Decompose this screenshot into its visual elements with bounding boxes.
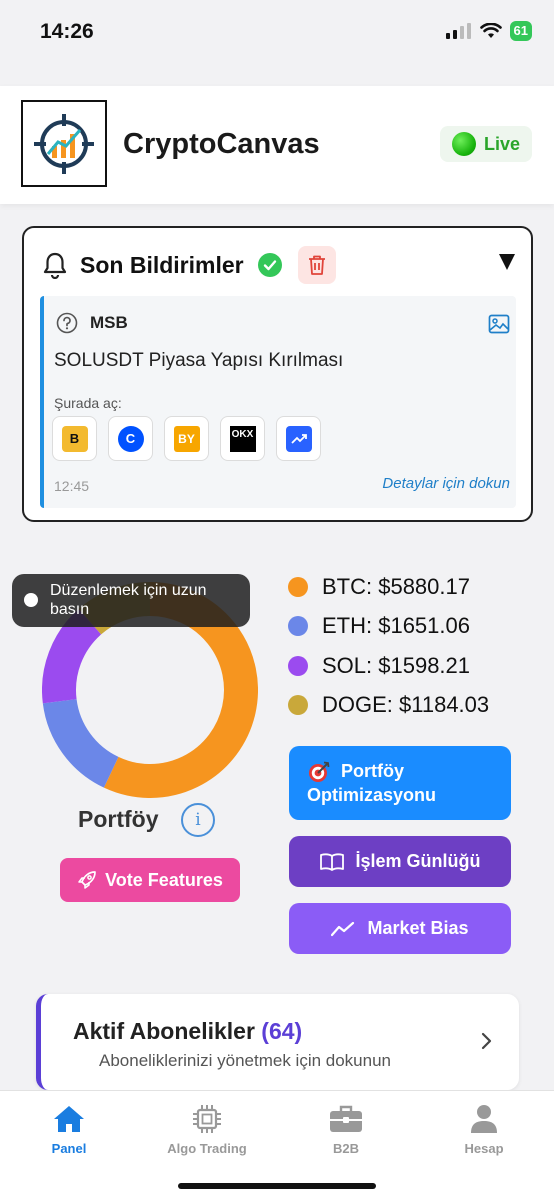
app-title: CryptoCanvas bbox=[123, 128, 320, 160]
portfolio-optimization-button[interactable]: Portföy Optimizasyonu bbox=[289, 746, 511, 820]
status-time: 14:26 bbox=[40, 20, 94, 43]
subscriptions-title: Aktif Abonelikler (64) bbox=[73, 1018, 302, 1045]
app-header: CryptoCanvas Live bbox=[0, 86, 554, 204]
notification-source: MSB bbox=[56, 312, 128, 334]
market-bias-label: Market Bias bbox=[367, 918, 469, 938]
image-icon[interactable] bbox=[488, 314, 510, 334]
tab-hesap[interactable]: Hesap bbox=[429, 1103, 539, 1156]
tab-label: Hesap bbox=[464, 1141, 504, 1156]
home-icon bbox=[54, 1106, 84, 1132]
portfolio-label: Portföy bbox=[78, 806, 159, 832]
binance-button[interactable]: B bbox=[52, 416, 97, 461]
coinbase-icon: C bbox=[117, 425, 144, 452]
exchange-buttons: B C BY OKX bbox=[52, 416, 321, 461]
live-label: Live bbox=[483, 133, 520, 154]
vote-features-button[interactable]: Vote Features bbox=[60, 858, 240, 902]
tab-label: Panel bbox=[51, 1141, 87, 1156]
eth-dot-icon bbox=[288, 616, 308, 637]
live-dot-icon bbox=[451, 132, 476, 156]
portfolio-legend: BTC: $5880.17 ETH: $1651.06 SOL: $1598.2… bbox=[288, 567, 489, 725]
subscriptions-title-text: Aktif Abonelikler bbox=[73, 1018, 255, 1044]
legend-label: DOGE: $1184.03 bbox=[322, 692, 490, 718]
battery-icon: 61 bbox=[509, 21, 532, 41]
tooltip-text: Düzenlemek için uzun basın bbox=[50, 582, 207, 618]
tab-label: Algo Trading bbox=[167, 1141, 247, 1156]
legend-item-btc: BTC: $5880.17 bbox=[288, 567, 489, 607]
notifications-header: Son Bildirimler bbox=[42, 246, 336, 284]
legend-label: ETH: $1651.06 bbox=[322, 613, 470, 639]
app-logo bbox=[21, 100, 107, 187]
trash-icon bbox=[308, 255, 325, 275]
market-bias-button[interactable]: Market Bias bbox=[289, 903, 511, 954]
chip-icon bbox=[193, 1105, 221, 1133]
notification-time: 12:45 bbox=[54, 478, 90, 494]
details-link[interactable]: Detaylar için dokun bbox=[382, 475, 510, 492]
question-icon bbox=[56, 312, 78, 334]
wifi-icon bbox=[479, 23, 502, 38]
legend-label: SOL: $1598.21 bbox=[322, 652, 471, 678]
bybit-icon: BY bbox=[173, 425, 200, 452]
legend-item-eth: ETH: $1651.06 bbox=[288, 607, 489, 647]
live-status-badge: Live bbox=[439, 126, 532, 162]
okx-button[interactable]: OKX bbox=[220, 416, 265, 461]
coinbase-button[interactable]: C bbox=[108, 416, 153, 461]
collapse-toggle-icon[interactable] bbox=[499, 254, 515, 270]
legend-item-sol: SOL: $1598.21 bbox=[288, 646, 489, 686]
vote-features-label: Vote Features bbox=[105, 869, 223, 890]
logo-icon bbox=[34, 113, 94, 174]
active-subscriptions-card[interactable]: Aktif Abonelikler (64) Aboneliklerinizi … bbox=[36, 994, 519, 1090]
open-in-label: Şurada aç: bbox=[54, 395, 122, 411]
home-indicator bbox=[178, 1183, 376, 1189]
doge-dot-icon bbox=[288, 695, 308, 716]
tab-b2b[interactable]: B2B bbox=[291, 1103, 401, 1156]
chevron-right-icon bbox=[481, 1032, 492, 1050]
mark-all-read-button[interactable] bbox=[257, 253, 282, 277]
signal-icon bbox=[445, 23, 471, 39]
optimization-line-2: Optimizasyonu bbox=[307, 785, 437, 805]
chart-trend-icon bbox=[285, 425, 312, 452]
subscriptions-count: (64) bbox=[261, 1018, 303, 1044]
tradingview-button[interactable] bbox=[276, 416, 321, 461]
subscriptions-subtitle: Aboneliklerinizi yönetmek için dokunun bbox=[99, 1051, 391, 1070]
briefcase-icon bbox=[330, 1105, 362, 1132]
long-press-tooltip: Düzenlemek için uzun basın bbox=[12, 574, 250, 627]
status-bar: 14:26 61 bbox=[0, 0, 554, 70]
okx-icon: OKX bbox=[229, 425, 256, 452]
notification-item[interactable]: MSB SOLUSDT Piyasa Yapısı Kırılması Şura… bbox=[40, 296, 516, 508]
notifications-title: Son Bildirimler bbox=[80, 251, 244, 278]
donut-slice-sol[interactable] bbox=[42, 608, 102, 704]
donut-slice-eth[interactable] bbox=[42, 698, 119, 788]
sol-dot-icon bbox=[288, 655, 308, 676]
legend-item-doge: DOGE: $1184.03 bbox=[288, 686, 489, 726]
trade-journal-label: İşlem Günlüğü bbox=[355, 851, 481, 871]
clear-notifications-button[interactable] bbox=[297, 246, 336, 284]
tab-panel[interactable]: Panel bbox=[14, 1103, 124, 1156]
notifications-card: Son Bildirimler MSB SOLUSDT Piyasa Yapıs… bbox=[22, 226, 533, 522]
binance-icon: B bbox=[61, 425, 88, 452]
tab-algo-trading[interactable]: Algo Trading bbox=[152, 1103, 262, 1156]
source-label: MSB bbox=[90, 313, 128, 332]
bell-icon bbox=[43, 252, 67, 279]
trend-line-icon bbox=[331, 921, 355, 936]
trade-journal-button[interactable]: İşlem Günlüğü bbox=[289, 836, 511, 887]
bybit-button[interactable]: BY bbox=[164, 416, 209, 461]
status-icons: 61 bbox=[445, 21, 532, 41]
tab-label: B2B bbox=[332, 1141, 359, 1156]
target-icon bbox=[309, 761, 330, 782]
btc-dot-icon bbox=[288, 576, 308, 597]
info-icon[interactable]: i bbox=[181, 803, 215, 837]
legend-label: BTC: $5880.17 bbox=[322, 573, 470, 599]
user-icon bbox=[471, 1105, 497, 1133]
notification-message: SOLUSDT Piyasa Yapısı Kırılması bbox=[54, 350, 344, 371]
rocket-icon bbox=[78, 871, 96, 889]
book-icon bbox=[320, 852, 345, 871]
tooltip-dot-icon bbox=[24, 593, 38, 607]
check-icon bbox=[263, 260, 276, 271]
